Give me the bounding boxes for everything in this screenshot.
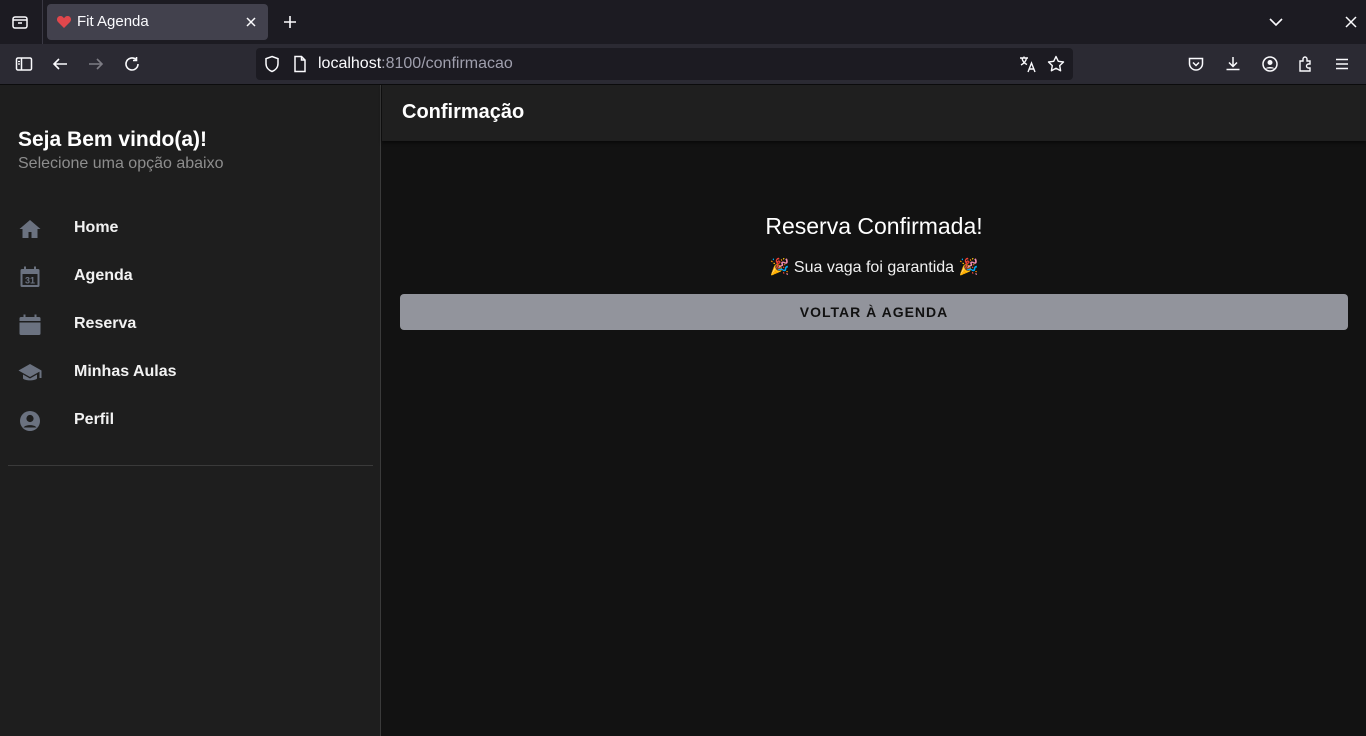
page-title: Confirmação <box>402 101 525 123</box>
menu-item-label: Minhas Aulas <box>74 363 177 380</box>
menu-item-label: Perfil <box>74 411 115 428</box>
tab-title: Fit Agenda <box>77 13 149 30</box>
tab-list-icon[interactable] <box>8 10 32 34</box>
browser-tab-bar: Fit Agenda <box>0 0 1366 44</box>
home-icon <box>18 217 42 241</box>
school-icon <box>18 361 42 385</box>
tab-close-icon[interactable] <box>243 14 259 30</box>
main-content: Confirmação Reserva Confirmada! 🎉 Sua va… <box>382 85 1366 736</box>
translate-icon[interactable] <box>1018 54 1038 74</box>
menu-item-agenda[interactable]: 31 Agenda <box>0 253 381 301</box>
pocket-icon[interactable] <box>1186 54 1206 74</box>
forward-arrow-icon[interactable] <box>86 54 106 74</box>
chevron-down-icon[interactable] <box>1266 12 1286 32</box>
page-icon <box>290 54 310 74</box>
browser-tab[interactable]: Fit Agenda <box>47 4 268 40</box>
confirmation-message: 🎉 Sua vaga foi garantida 🎉 <box>769 259 979 276</box>
menu-item-label: Home <box>74 219 119 236</box>
menu-divider <box>8 465 373 466</box>
calendar-31-icon: 31 <box>18 265 42 289</box>
url-bar[interactable]: localhost:8100/confirmacao <box>256 48 1073 80</box>
menu-item-minhas-aulas[interactable]: Minhas Aulas <box>0 349 381 397</box>
confirmation-heading: Reserva Confirmada! <box>765 213 983 239</box>
download-icon[interactable] <box>1223 54 1243 74</box>
side-menu: Seja Bem vindo(a)! Selecione uma opção a… <box>0 85 381 736</box>
svg-text:31: 31 <box>25 276 35 286</box>
page-toolbar: Confirmação <box>382 85 1366 141</box>
menu-item-label: Reserva <box>74 315 137 332</box>
hamburger-menu-icon[interactable] <box>1332 54 1352 74</box>
calendar-icon <box>18 313 42 337</box>
heart-favicon-icon <box>56 14 72 30</box>
url-text[interactable]: localhost:8100/confirmacao <box>318 55 513 73</box>
bookmark-star-icon[interactable] <box>1046 54 1066 74</box>
extensions-icon[interactable] <box>1296 54 1316 74</box>
shield-icon[interactable] <box>262 54 282 74</box>
window-close-icon[interactable] <box>1341 12 1361 32</box>
new-tab-icon[interactable] <box>280 12 300 32</box>
sidebar-toggle-icon[interactable] <box>14 54 34 74</box>
reload-icon[interactable] <box>122 54 142 74</box>
menu-item-reserva[interactable]: Reserva <box>0 301 381 349</box>
menu-item-perfil[interactable]: Perfil <box>0 397 381 445</box>
menu-title: Seja Bem vindo(a)! <box>18 128 208 151</box>
account-icon[interactable] <box>1260 54 1280 74</box>
url-path: :8100/confirmacao <box>381 55 513 72</box>
back-arrow-icon[interactable] <box>50 54 70 74</box>
menu-subtitle: Selecione uma opção abaixo <box>18 155 224 172</box>
menu-item-label: Agenda <box>74 267 133 284</box>
tab-separator <box>42 0 43 44</box>
url-host: localhost <box>318 55 382 72</box>
menu-item-home[interactable]: Home <box>0 205 381 253</box>
browser-nav-bar: localhost:8100/confirmacao <box>0 44 1366 85</box>
app-root: Seja Bem vindo(a)! Selecione uma opção a… <box>0 85 1366 736</box>
back-to-agenda-button[interactable]: VOLTAR À AGENDA <box>400 294 1348 330</box>
person-circle-icon <box>18 409 42 433</box>
